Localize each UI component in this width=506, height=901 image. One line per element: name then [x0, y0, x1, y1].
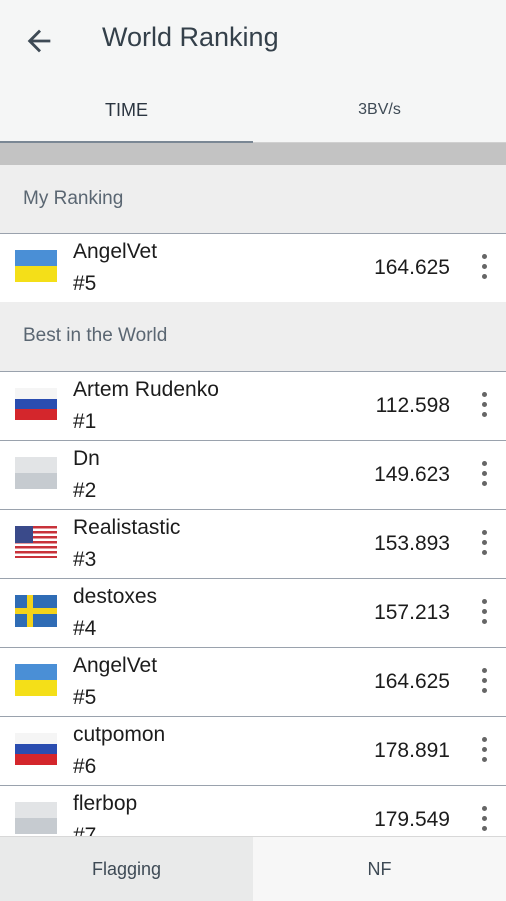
player-name: destoxes	[73, 585, 158, 608]
usa-flag-icon	[15, 526, 57, 558]
my-ranking-row[interactable]: AngelVet #5 164.625	[0, 233, 506, 302]
back-arrow-icon[interactable]	[22, 24, 56, 58]
sweden-flag-icon	[15, 595, 57, 627]
player-name: Dn	[73, 447, 100, 470]
player-rank: #6	[73, 755, 97, 778]
more-options-icon[interactable]	[476, 530, 492, 560]
player-rank: #1	[73, 410, 97, 433]
player-rank: #2	[73, 479, 97, 502]
ukraine-flag-icon	[15, 250, 57, 282]
more-options-icon[interactable]	[476, 668, 492, 698]
russia-flag-icon	[15, 388, 57, 420]
unknown-flag-icon	[15, 457, 57, 489]
ranking-row-2[interactable]: Dn #2 149.623	[0, 440, 506, 509]
player-name: cutpomon	[73, 723, 166, 746]
player-score: 157.213	[374, 601, 450, 624]
tab-bar: TIME 3BV/s	[0, 80, 506, 144]
more-options-icon[interactable]	[476, 599, 492, 629]
ranking-row-5[interactable]: AngelVet #5 164.625	[0, 647, 506, 716]
player-name: AngelVet	[73, 240, 158, 263]
tab-time[interactable]: TIME	[0, 80, 253, 142]
player-score: 179.549	[374, 808, 450, 831]
player-rank: #3	[73, 548, 97, 571]
shadow-strip	[0, 143, 506, 165]
bottom-tab-bar: Flagging NF	[0, 836, 506, 901]
ranking-row-1[interactable]: Artem Rudenko #1 112.598	[0, 371, 506, 440]
player-score: 149.623	[374, 463, 450, 486]
more-options-icon[interactable]	[476, 737, 492, 767]
player-rank: #4	[73, 617, 97, 640]
player-rank: #5	[73, 686, 97, 709]
tab-nf[interactable]: NF	[253, 837, 506, 901]
unknown-flag-icon	[15, 802, 57, 834]
player-score: 164.625	[374, 670, 450, 693]
player-score: 178.891	[374, 739, 450, 762]
ranking-row-6[interactable]: cutpomon #6 178.891	[0, 716, 506, 785]
more-options-icon[interactable]	[476, 806, 492, 836]
more-options-icon[interactable]	[476, 461, 492, 491]
player-score: 153.893	[374, 532, 450, 555]
best-in-world-heading: Best in the World	[0, 302, 506, 371]
app-bar: World Ranking	[0, 0, 506, 80]
player-rank: #5	[73, 272, 97, 295]
player-name: Artem Rudenko	[73, 378, 219, 401]
more-options-icon[interactable]	[476, 254, 492, 284]
page-title: World Ranking	[102, 22, 279, 52]
ranking-row-3[interactable]: Realistastic #3 153.893	[0, 509, 506, 578]
ukraine-flag-icon	[15, 664, 57, 696]
more-options-icon[interactable]	[476, 392, 492, 422]
player-name: AngelVet	[73, 654, 158, 677]
player-name: Realistastic	[73, 516, 181, 539]
russia-flag-icon	[15, 733, 57, 765]
my-ranking-heading: My Ranking	[0, 165, 506, 233]
player-score: 112.598	[375, 394, 450, 417]
tab-flagging[interactable]: Flagging	[0, 837, 253, 901]
tab-3bvs[interactable]: 3BV/s	[253, 80, 506, 142]
player-score: 164.625	[374, 256, 450, 279]
player-name: flerbop	[73, 792, 138, 815]
ranking-row-4[interactable]: destoxes #4 157.213	[0, 578, 506, 647]
